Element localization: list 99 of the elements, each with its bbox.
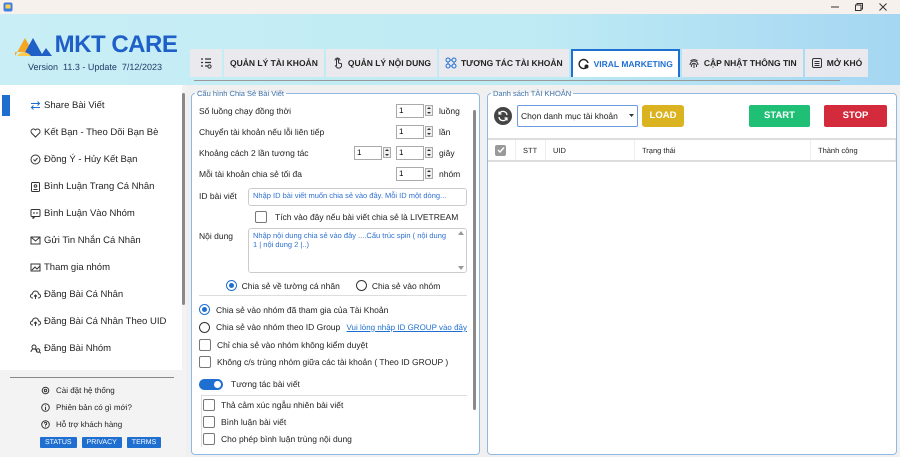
sidebar-item[interactable]: Bình Luận Vào Nhóm: [0, 200, 182, 227]
selection-indicator: [2, 95, 10, 116]
nodes-icon: [444, 57, 457, 69]
help-icon: [41, 420, 50, 429]
scrollbar[interactable]: [473, 110, 476, 410]
unit-label: lần: [438, 126, 452, 136]
caret-icon: [629, 114, 634, 117]
id-badge-icon: [30, 181, 41, 192]
refresh-icon[interactable]: [494, 106, 512, 124]
cloud-upload-icon: [30, 289, 41, 300]
mail-icon: [30, 235, 41, 246]
sidebar-item[interactable]: Đăng Bài Nhóm: [0, 335, 182, 362]
checkbox[interactable]: [199, 356, 211, 368]
menu-button[interactable]: [190, 49, 222, 77]
info-icon: [41, 403, 50, 412]
radio-label: Chia sẻ vào nhóm theo ID Group: [216, 322, 340, 332]
check-circle-icon: [30, 154, 41, 165]
sidebar-item[interactable]: Đăng Bài Cá Nhân Theo UID: [0, 308, 182, 335]
checkbox[interactable]: [203, 416, 215, 428]
checkbox[interactable]: [199, 338, 211, 351]
category-dropdown[interactable]: Chọn danh mục tài khoản: [517, 104, 638, 126]
checkbox-label: Chỉ chia sẻ vào nhóm không kiểm duyệt: [217, 340, 368, 350]
sidebar-item[interactable]: Đồng Ý - Hủy Kết Bạn: [0, 146, 182, 173]
refresh-icon: [578, 58, 590, 70]
cloud-upload-icon: [30, 316, 41, 327]
version-text: Version 11.3 - Update 7/12/2023: [28, 62, 162, 72]
select-all-checkbox[interactable]: [495, 144, 506, 156]
tab[interactable]: VIRAL MARKETING: [570, 49, 680, 77]
group-search-icon: [30, 343, 41, 354]
spinner-icon: [425, 105, 433, 116]
spinner-icon: [383, 147, 391, 158]
checkbox[interactable]: [255, 211, 267, 223]
number-field[interactable]: 1: [396, 146, 424, 160]
number-field[interactable]: 1: [396, 124, 424, 138]
stop-button[interactable]: STOP: [824, 104, 887, 126]
sidebar-item[interactable]: Gửi Tin Nhắn Cá Nhân: [0, 227, 182, 254]
spinner-icon: [425, 126, 433, 137]
spinner-icon: [425, 147, 433, 158]
restore-icon[interactable]: [855, 3, 863, 11]
list-icon: [200, 57, 212, 69]
arrows-icon: [30, 100, 41, 111]
field-label: Chuyển tài khoản nếu lỗi liên tiếp: [199, 126, 326, 136]
toggle-label: Tương tác bài viết: [231, 379, 300, 389]
radio-button[interactable]: [199, 322, 210, 333]
checkbox-label: Bình luận bài viết: [221, 416, 286, 426]
chat-icon: [30, 208, 41, 219]
fingerprint-icon: [688, 57, 700, 69]
footer-link[interactable]: Phiên bản có gì mới?: [0, 399, 186, 416]
tab[interactable]: QUẢN LÝ TÀI KHOẢN: [224, 49, 324, 77]
checkbox-label: Cho phép bình luận trùng nội dung: [221, 434, 352, 444]
footer-link[interactable]: Cài đặt hệ thống: [0, 382, 186, 399]
sidebar-item[interactable]: Bình Luận Trang Cá Nhân: [0, 173, 182, 200]
sidebar-item[interactable]: Kết Bạn - Theo Dõi Bạn Bè: [0, 119, 182, 146]
checkbox[interactable]: [203, 398, 215, 410]
tab[interactable]: TƯƠNG TÁC TÀI KHOẢN: [438, 49, 569, 77]
footer-link[interactable]: Hỗ trợ khách hàng: [0, 416, 186, 433]
checkbox-label: Không c/s trùng nhóm giữa các tài khoản ( Theo ID GROUP ): [217, 357, 448, 368]
logo-text: MKT CARE: [54, 31, 178, 59]
radio-label: Chia sẻ vào nhóm: [372, 280, 440, 290]
sidebar-item[interactable]: Tham gia nhóm: [0, 254, 182, 281]
unit-label: luồng: [438, 106, 461, 116]
unit-label: nhóm: [438, 168, 462, 178]
number-field[interactable]: 1: [396, 166, 424, 180]
scrollbar[interactable]: [458, 231, 464, 270]
number-field[interactable]: 1: [354, 146, 382, 160]
tab[interactable]: CẬP NHẬT THÔNG TIN: [682, 49, 803, 77]
gear-icon: [41, 386, 50, 395]
checkbox-label: Thả cảm xúc ngẫu nhiên bài viết: [221, 400, 344, 410]
spinner-icon: [425, 168, 433, 179]
number-field[interactable]: 1: [396, 104, 424, 118]
app-icon: [3, 2, 13, 12]
unit-label: giây: [438, 148, 456, 158]
close-icon[interactable]: [879, 3, 887, 11]
field-label: Số luồng chạy đồng thời: [199, 106, 292, 116]
document-icon: [810, 57, 823, 69]
field-label: Mỗi tài khoản chia sẻ tối đa: [199, 168, 304, 178]
checkbox-label: Tích vào đây nếu bài viết chia sẻ là LIVETREAM: [275, 212, 458, 222]
scroll-up-icon: [458, 231, 464, 235]
tab[interactable]: MỞ KHÓ: [804, 49, 868, 77]
heart-icon: [30, 127, 41, 138]
sidebar-item[interactable]: Đăng Bài Cá Nhân: [0, 281, 182, 308]
radio-button[interactable]: [199, 304, 210, 316]
link[interactable]: Vui lòng nhập ID GROUP vào đây: [346, 322, 467, 332]
radio-label: Chia sẻ về tường cá nhân: [242, 280, 340, 290]
field-label: Nội dung: [199, 230, 234, 241]
radio-button[interactable]: [226, 280, 237, 291]
tab[interactable]: QUẢN LÝ NỘI DUNG: [326, 49, 437, 77]
checkbox[interactable]: [203, 432, 215, 444]
scrollbar[interactable]: [182, 93, 185, 305]
field-label: ID bài viết: [199, 190, 238, 201]
toggle-switch[interactable]: [199, 378, 223, 390]
field-label: Khoảng cách 2 lần tương tác: [199, 148, 310, 158]
radio-button[interactable]: [356, 280, 367, 291]
sidebar-item[interactable]: Share Bài Viết: [0, 92, 182, 119]
scroll-down-icon: [458, 266, 464, 270]
radio-label: Chia sẻ vào nhóm đã tham gia của Tài Khoản: [216, 304, 388, 315]
hand-icon: [332, 57, 344, 69]
check-icon: [496, 146, 504, 154]
image-icon: [30, 262, 41, 273]
